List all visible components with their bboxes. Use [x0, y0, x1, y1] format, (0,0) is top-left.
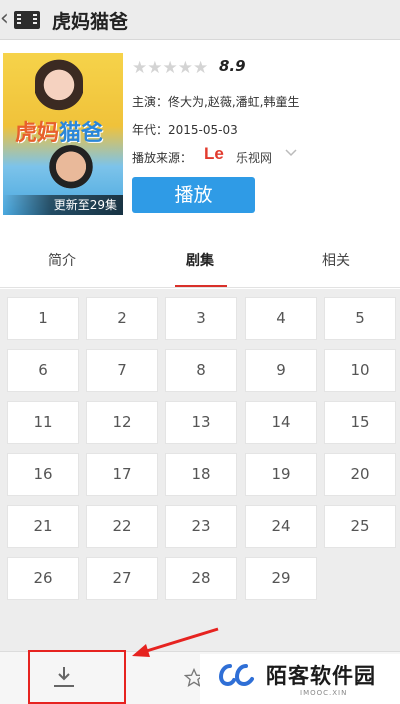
episode-6-button[interactable]: 6	[7, 349, 79, 392]
episode-21-button[interactable]: 21	[7, 505, 79, 548]
episode-12-button[interactable]: 12	[86, 401, 158, 444]
tab-episodes[interactable]: 剧集	[186, 250, 214, 270]
poster-logo: 虎妈猫爸	[15, 120, 104, 146]
episode-4-button[interactable]: 4	[245, 297, 317, 340]
episode-10-button[interactable]: 10	[324, 349, 396, 392]
back-chevron-icon[interactable]: ‹	[0, 6, 9, 31]
episode-23-button[interactable]: 23	[165, 505, 237, 548]
tab-intro[interactable]: 简介	[48, 250, 76, 270]
episode-27-button[interactable]: 27	[86, 557, 158, 600]
rating-stars: ★★★★★	[132, 58, 209, 78]
episode-1-button[interactable]: 1	[7, 297, 79, 340]
episode-28-button[interactable]: 28	[165, 557, 237, 600]
poster-actor	[49, 145, 93, 199]
episode-24-button[interactable]: 24	[245, 505, 317, 548]
download-highlight-box	[28, 650, 126, 704]
episode-26-button[interactable]: 26	[7, 557, 79, 600]
episode-15-button[interactable]: 15	[324, 401, 396, 444]
episode-18-button[interactable]: 18	[165, 453, 237, 496]
cast-info: 主演：佟大为,赵薇,潘虹,韩童生	[132, 95, 300, 109]
letv-logo: Le	[204, 144, 224, 163]
episode-13-button[interactable]: 13	[165, 401, 237, 444]
episode-25-button[interactable]: 25	[324, 505, 396, 548]
source-name[interactable]: 乐视网	[236, 149, 272, 166]
source-label: 播放来源：	[132, 151, 193, 165]
episode-11-button[interactable]: 11	[7, 401, 79, 444]
episode-17-button[interactable]: 17	[86, 453, 158, 496]
watermark-sub: IMOOC.XIN	[300, 689, 348, 697]
tab-related[interactable]: 相关	[322, 250, 350, 270]
tab-bar: 简介 剧集 相关	[0, 236, 400, 288]
rating-score: 8.9	[219, 57, 246, 75]
episode-5-button[interactable]: 5	[324, 297, 396, 340]
episode-8-button[interactable]: 8	[165, 349, 237, 392]
chevron-down-icon[interactable]	[284, 145, 298, 159]
episode-22-button[interactable]: 22	[86, 505, 158, 548]
episode-14-button[interactable]: 14	[245, 401, 317, 444]
episode-9-button[interactable]: 9	[245, 349, 317, 392]
episode-3-button[interactable]: 3	[165, 297, 237, 340]
episode-grid: 1 2 3 4 5 6 7 8 9 10 11 12 13 14 15 16 17 18 19 20 21 22 23 24 2…	[0, 289, 400, 651]
page-title: 虎妈猫爸	[52, 11, 129, 33]
poster-image[interactable]: 虎妈猫爸 更新至29集	[3, 53, 123, 215]
watermark-name: 陌客软件园	[266, 664, 376, 688]
title-bar: ‹ 虎妈猫爸	[0, 0, 400, 40]
episode-19-button[interactable]: 19	[245, 453, 317, 496]
episode-29-button[interactable]: 29	[245, 557, 317, 600]
year-info: 年代：2015-05-03	[132, 123, 238, 137]
active-tab-indicator	[175, 285, 227, 287]
play-button[interactable]: 播放	[132, 177, 255, 213]
episode-2-button[interactable]: 2	[86, 297, 158, 340]
episode-update-badge: 更新至29集	[3, 195, 123, 215]
poster-actress	[35, 57, 83, 119]
episode-20-button[interactable]: 20	[324, 453, 396, 496]
film-icon	[14, 11, 40, 29]
watermark-logo	[219, 664, 254, 687]
episode-7-button[interactable]: 7	[86, 349, 158, 392]
episode-16-button[interactable]: 16	[7, 453, 79, 496]
